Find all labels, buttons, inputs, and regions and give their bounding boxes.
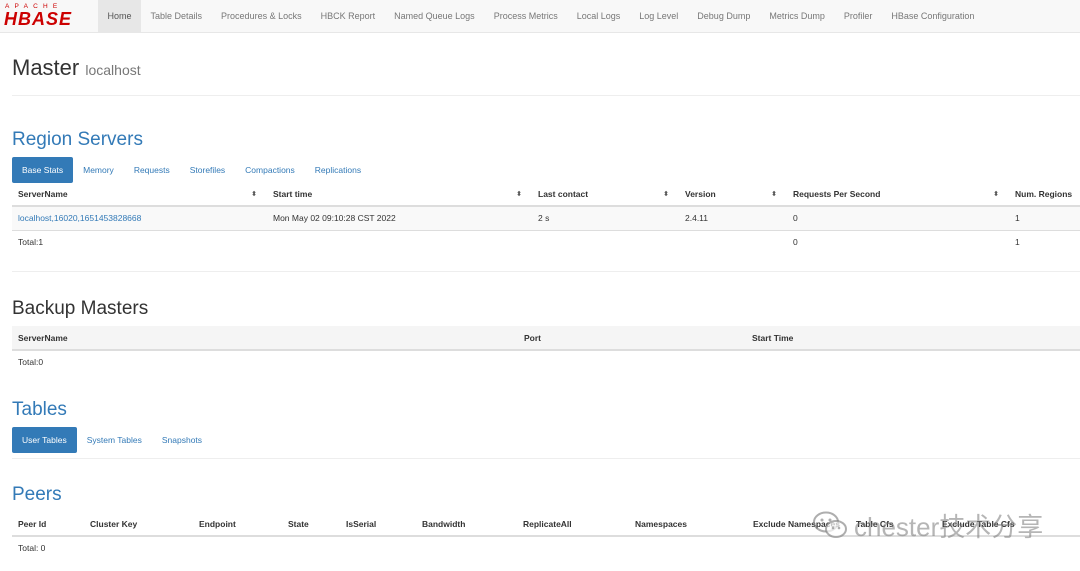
column-header-state: State [282,512,340,537]
column-header-start-time[interactable]: Start time ⬍ [267,182,532,207]
page-title-text: Master [12,55,80,80]
column-header-isserial: IsSerial [340,512,416,537]
cell-start-time: Mon May 02 09:10:28 CST 2022 [267,205,532,230]
sort-icon[interactable]: ⬍ [771,190,777,198]
cell-total-regions: 1 [1009,229,1080,254]
section-divider [12,271,1080,272]
tab-snapshots[interactable]: Snapshots [152,427,212,453]
page-title: Master localhost [12,55,1080,81]
column-header-bandwidth: Bandwidth [416,512,517,537]
backup-masters-table: ServerName Port Start Time [12,326,1080,351]
column-header-port: Port [518,326,746,351]
column-label: Requests Per Second [793,188,881,199]
column-header-replicateall: ReplicateAll [517,512,629,537]
column-header-version[interactable]: Version ⬍ [679,182,787,207]
column-label: Version [685,188,716,199]
backup-masters-total: Total:0 [18,357,44,367]
nav-profiler[interactable]: Profiler [834,0,882,33]
nav-local-logs[interactable]: Local Logs [567,0,630,33]
nav-process-metrics[interactable]: Process Metrics [484,0,567,33]
server-link[interactable]: localhost,16020,1651453828668 [18,213,141,223]
column-header-num-regions[interactable]: Num. Regions [1009,182,1080,207]
column-label: Num. Regions [1015,188,1073,199]
hbase-logo[interactable]: APACHE HBASE [3,3,91,29]
page-header: Master localhost [12,55,1080,96]
cell-regions: 1 [1009,205,1080,230]
wechat-icon [813,511,847,538]
column-header-start-time: Start Time [746,326,1080,351]
column-header-servername[interactable]: ServerName ⬍ [12,182,267,207]
tab-requests[interactable]: Requests [124,157,180,183]
nav-hbck-report[interactable]: HBCK Report [311,0,385,33]
table-row: localhost,16020,1651453828668 Mon May 02… [12,205,1080,230]
tab-replications[interactable]: Replications [305,157,371,183]
tab-base-stats[interactable]: Base Stats [12,157,74,183]
cell-servername: localhost,16020,1651453828668 [12,205,267,230]
nav-debug-dump[interactable]: Debug Dump [688,0,760,33]
peers-total: Total: 0 [18,543,46,553]
cell-last-contact: 2 s [532,205,679,230]
sort-icon[interactable]: ⬍ [663,190,669,198]
nav-home[interactable]: Home [98,0,142,33]
tab-system-tables[interactable]: System Tables [77,427,152,453]
nav-hbase-configuration[interactable]: HBase Configuration [882,0,984,33]
column-header-cluster-key: Cluster Key [84,512,193,537]
tab-memory[interactable]: Memory [73,157,124,183]
nav-table-details[interactable]: Table Details [141,0,212,33]
main-nav: Home Table Details Procedures & Locks HB… [98,0,984,33]
section-divider [12,458,1080,459]
watermark-text: chester技术分享 [854,511,1044,542]
cell-total-label: Total:1 [12,229,267,254]
region-servers-heading: Region Servers [12,129,143,150]
table-total-row: Total:1 0 1 [12,229,1080,254]
column-header-namespaces: Namespaces [629,512,747,537]
page-subtitle-host: localhost [85,62,141,78]
top-navbar: APACHE HBASE Home Table Details Procedur… [0,0,1080,33]
nav-metrics-dump[interactable]: Metrics Dump [760,0,835,33]
column-header-peer-id: Peer Id [12,512,84,537]
tab-storefiles[interactable]: Storefiles [180,157,235,183]
column-label: Last contact [538,188,589,199]
nav-log-level[interactable]: Log Level [630,0,688,33]
sort-icon[interactable]: ⬍ [516,190,522,198]
cell-version: 2.4.11 [679,205,787,230]
nav-procedures-locks[interactable]: Procedures & Locks [212,0,312,33]
tab-compactions[interactable]: Compactions [235,157,305,183]
nav-named-queue-logs[interactable]: Named Queue Logs [385,0,485,33]
tables-tabs: User Tables System Tables Snapshots [12,427,212,453]
column-label: Start time [273,188,313,199]
logo-hbase-text: HBASE [4,9,73,29]
backup-masters-heading: Backup Masters [12,298,149,319]
column-label: ServerName [18,188,68,199]
column-header-requests-per-second[interactable]: Requests Per Second ⬍ [787,182,1009,207]
peers-heading: Peers [12,484,62,505]
cell-rps: 0 [787,205,1009,230]
cell-total-rps: 0 [787,229,1009,254]
watermark: chester技术分享 [812,505,1043,545]
tab-user-tables[interactable]: User Tables [12,427,77,453]
sort-icon[interactable]: ⬍ [993,190,999,198]
column-header-servername: ServerName [12,326,518,351]
sort-icon[interactable]: ⬍ [251,190,257,198]
column-header-last-contact[interactable]: Last contact ⬍ [532,182,679,207]
region-servers-tabs: Base Stats Memory Requests Storefiles Co… [12,157,371,183]
tables-heading: Tables [12,399,67,420]
region-servers-table: ServerName ⬍ Start time ⬍ Last contact ⬍ Ve… [12,182,1080,254]
column-header-endpoint: Endpoint [193,512,282,537]
